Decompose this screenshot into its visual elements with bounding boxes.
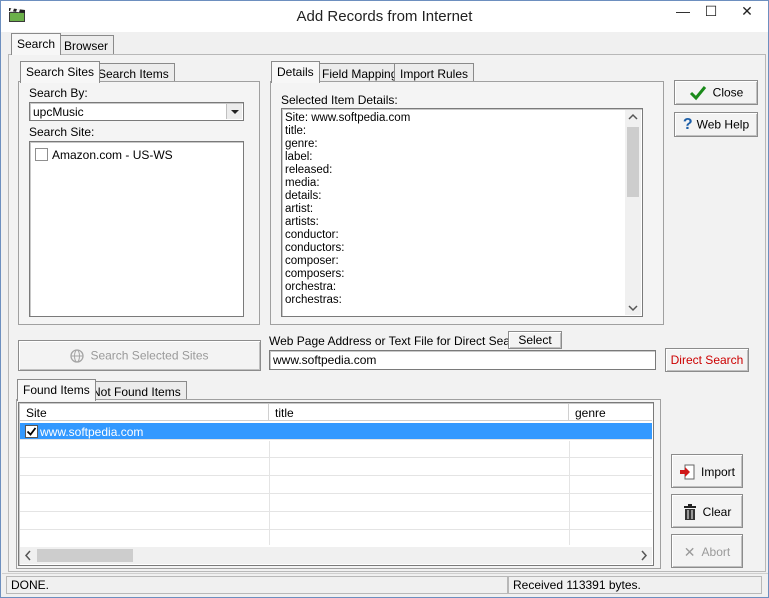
site-name: Amazon.com - US-WS: [52, 148, 173, 162]
detail-line: artist:: [285, 203, 314, 215]
detail-line: details:: [285, 190, 322, 202]
results-grid[interactable]: Site title genre www.softpedia.com: [18, 402, 654, 566]
window-title: Add Records from Internet: [296, 8, 473, 25]
checkmark-icon: [26, 427, 37, 436]
x-mark-icon: ✕: [683, 543, 696, 560]
close-button[interactable]: Close: [674, 80, 758, 105]
direct-search-label: Web Page Address or Text File for Direct…: [269, 334, 531, 348]
row-checkbox[interactable]: [25, 425, 38, 438]
detail-line: conductors:: [285, 242, 345, 254]
tab-browser[interactable]: Browser: [58, 35, 115, 55]
status-bar: DONE. Received 113391 bytes.: [2, 573, 768, 597]
detail-line: orchestras:: [285, 294, 342, 306]
search-by-label: Search By:: [29, 86, 88, 100]
direct-search-value: www.softpedia.com: [273, 353, 377, 367]
close-button-label: Close: [712, 85, 744, 100]
status-bytes: Received 113391 bytes.: [508, 576, 762, 594]
table-row: [20, 477, 652, 494]
app-window: Add Records from Internet — ☐ ✕ Search B…: [0, 0, 769, 598]
import-button-label: Import: [700, 464, 735, 479]
abort-button-label: Abort: [701, 544, 731, 559]
selected-item-details-label: Selected Item Details:: [281, 93, 398, 107]
column-header-genre[interactable]: genre: [569, 404, 652, 421]
tab-found-items[interactable]: Found Items: [17, 379, 96, 401]
select-button[interactable]: Select: [508, 331, 562, 349]
column-header-title[interactable]: title: [269, 404, 569, 421]
scroll-left-icon[interactable]: [20, 547, 36, 564]
globe-icon: [70, 349, 85, 363]
close-window-button[interactable]: ✕: [727, 2, 767, 22]
minimize-button[interactable]: —: [670, 2, 696, 22]
detail-line: label:: [285, 151, 313, 163]
chevron-down-icon[interactable]: [226, 104, 242, 119]
abort-button[interactable]: ✕ Abort: [671, 534, 743, 568]
table-row: [20, 441, 652, 458]
detail-line: media:: [285, 177, 320, 189]
search-by-dropdown[interactable]: upcMusic: [29, 102, 244, 121]
tab-details[interactable]: Details: [271, 61, 320, 83]
row-site: www.softpedia.com: [40, 425, 144, 439]
tab-search[interactable]: Search: [11, 33, 62, 55]
details-scroll-thumb[interactable]: [627, 127, 639, 197]
direct-search-button[interactable]: Direct Search: [665, 348, 749, 372]
detail-line: Site: www.softpedia.com: [285, 112, 411, 124]
direct-search-input[interactable]: www.softpedia.com: [269, 350, 656, 370]
tab-import-rules[interactable]: Import Rules: [394, 63, 475, 83]
checkbox[interactable]: [35, 148, 48, 161]
grid-divider: [269, 441, 270, 545]
status-text: DONE.: [6, 576, 508, 594]
detail-line: orchestra:: [285, 281, 337, 293]
checkmark-icon: [689, 85, 706, 101]
scroll-up-icon[interactable]: [625, 110, 641, 124]
web-help-button-label: Web Help: [696, 117, 750, 132]
maximize-button[interactable]: ☐: [698, 2, 724, 22]
detail-line: released:: [285, 164, 333, 176]
tab-search-sites[interactable]: Search Sites: [20, 61, 101, 83]
search-site-label: Search Site:: [29, 125, 95, 139]
selected-item-details-text[interactable]: Site: www.softpedia.com title: genre: la…: [281, 108, 643, 317]
search-selected-sites-button[interactable]: Search Selected Sites: [18, 340, 261, 371]
table-row: [20, 495, 652, 512]
grid-divider: [569, 441, 570, 545]
detail-line: genre:: [285, 138, 318, 150]
detail-line: composer:: [285, 255, 339, 267]
detail-line: title:: [285, 125, 307, 137]
import-icon: [679, 464, 695, 480]
import-button[interactable]: Import: [671, 454, 743, 488]
column-header-site[interactable]: Site: [20, 404, 269, 421]
scroll-down-icon[interactable]: [625, 301, 641, 315]
results-horizontal-scrollbar[interactable]: [20, 547, 652, 564]
trash-icon: [683, 503, 696, 520]
question-mark-icon: ?: [682, 116, 693, 134]
detail-line: conductor:: [285, 229, 339, 241]
table-row: [20, 513, 652, 530]
search-selected-sites-label: Search Selected Sites: [90, 348, 209, 363]
search-by-value: upcMusic: [33, 105, 84, 119]
detail-line: artists:: [285, 216, 319, 228]
results-scroll-thumb[interactable]: [37, 549, 133, 562]
clear-button-label: Clear: [702, 504, 732, 519]
details-lines: Site: www.softpedia.com title: genre: la…: [285, 112, 624, 307]
tab-not-found-items[interactable]: Not Found Items: [86, 381, 187, 401]
tab-search-items[interactable]: Search Items: [92, 63, 175, 83]
search-site-list[interactable]: Amazon.com - US-WS: [29, 141, 244, 317]
table-row: [20, 531, 652, 548]
tab-field-mapping[interactable]: Field Mapping: [316, 63, 404, 83]
clear-button[interactable]: Clear: [671, 494, 743, 528]
table-row[interactable]: www.softpedia.com: [20, 423, 652, 440]
table-row: [20, 459, 652, 476]
details-vertical-scrollbar[interactable]: [625, 110, 641, 315]
web-help-button[interactable]: ? Web Help: [674, 112, 758, 137]
detail-line: composers:: [285, 268, 345, 280]
title-bar: Add Records from Internet — ☐ ✕: [1, 1, 768, 32]
scroll-right-icon[interactable]: [636, 547, 652, 564]
